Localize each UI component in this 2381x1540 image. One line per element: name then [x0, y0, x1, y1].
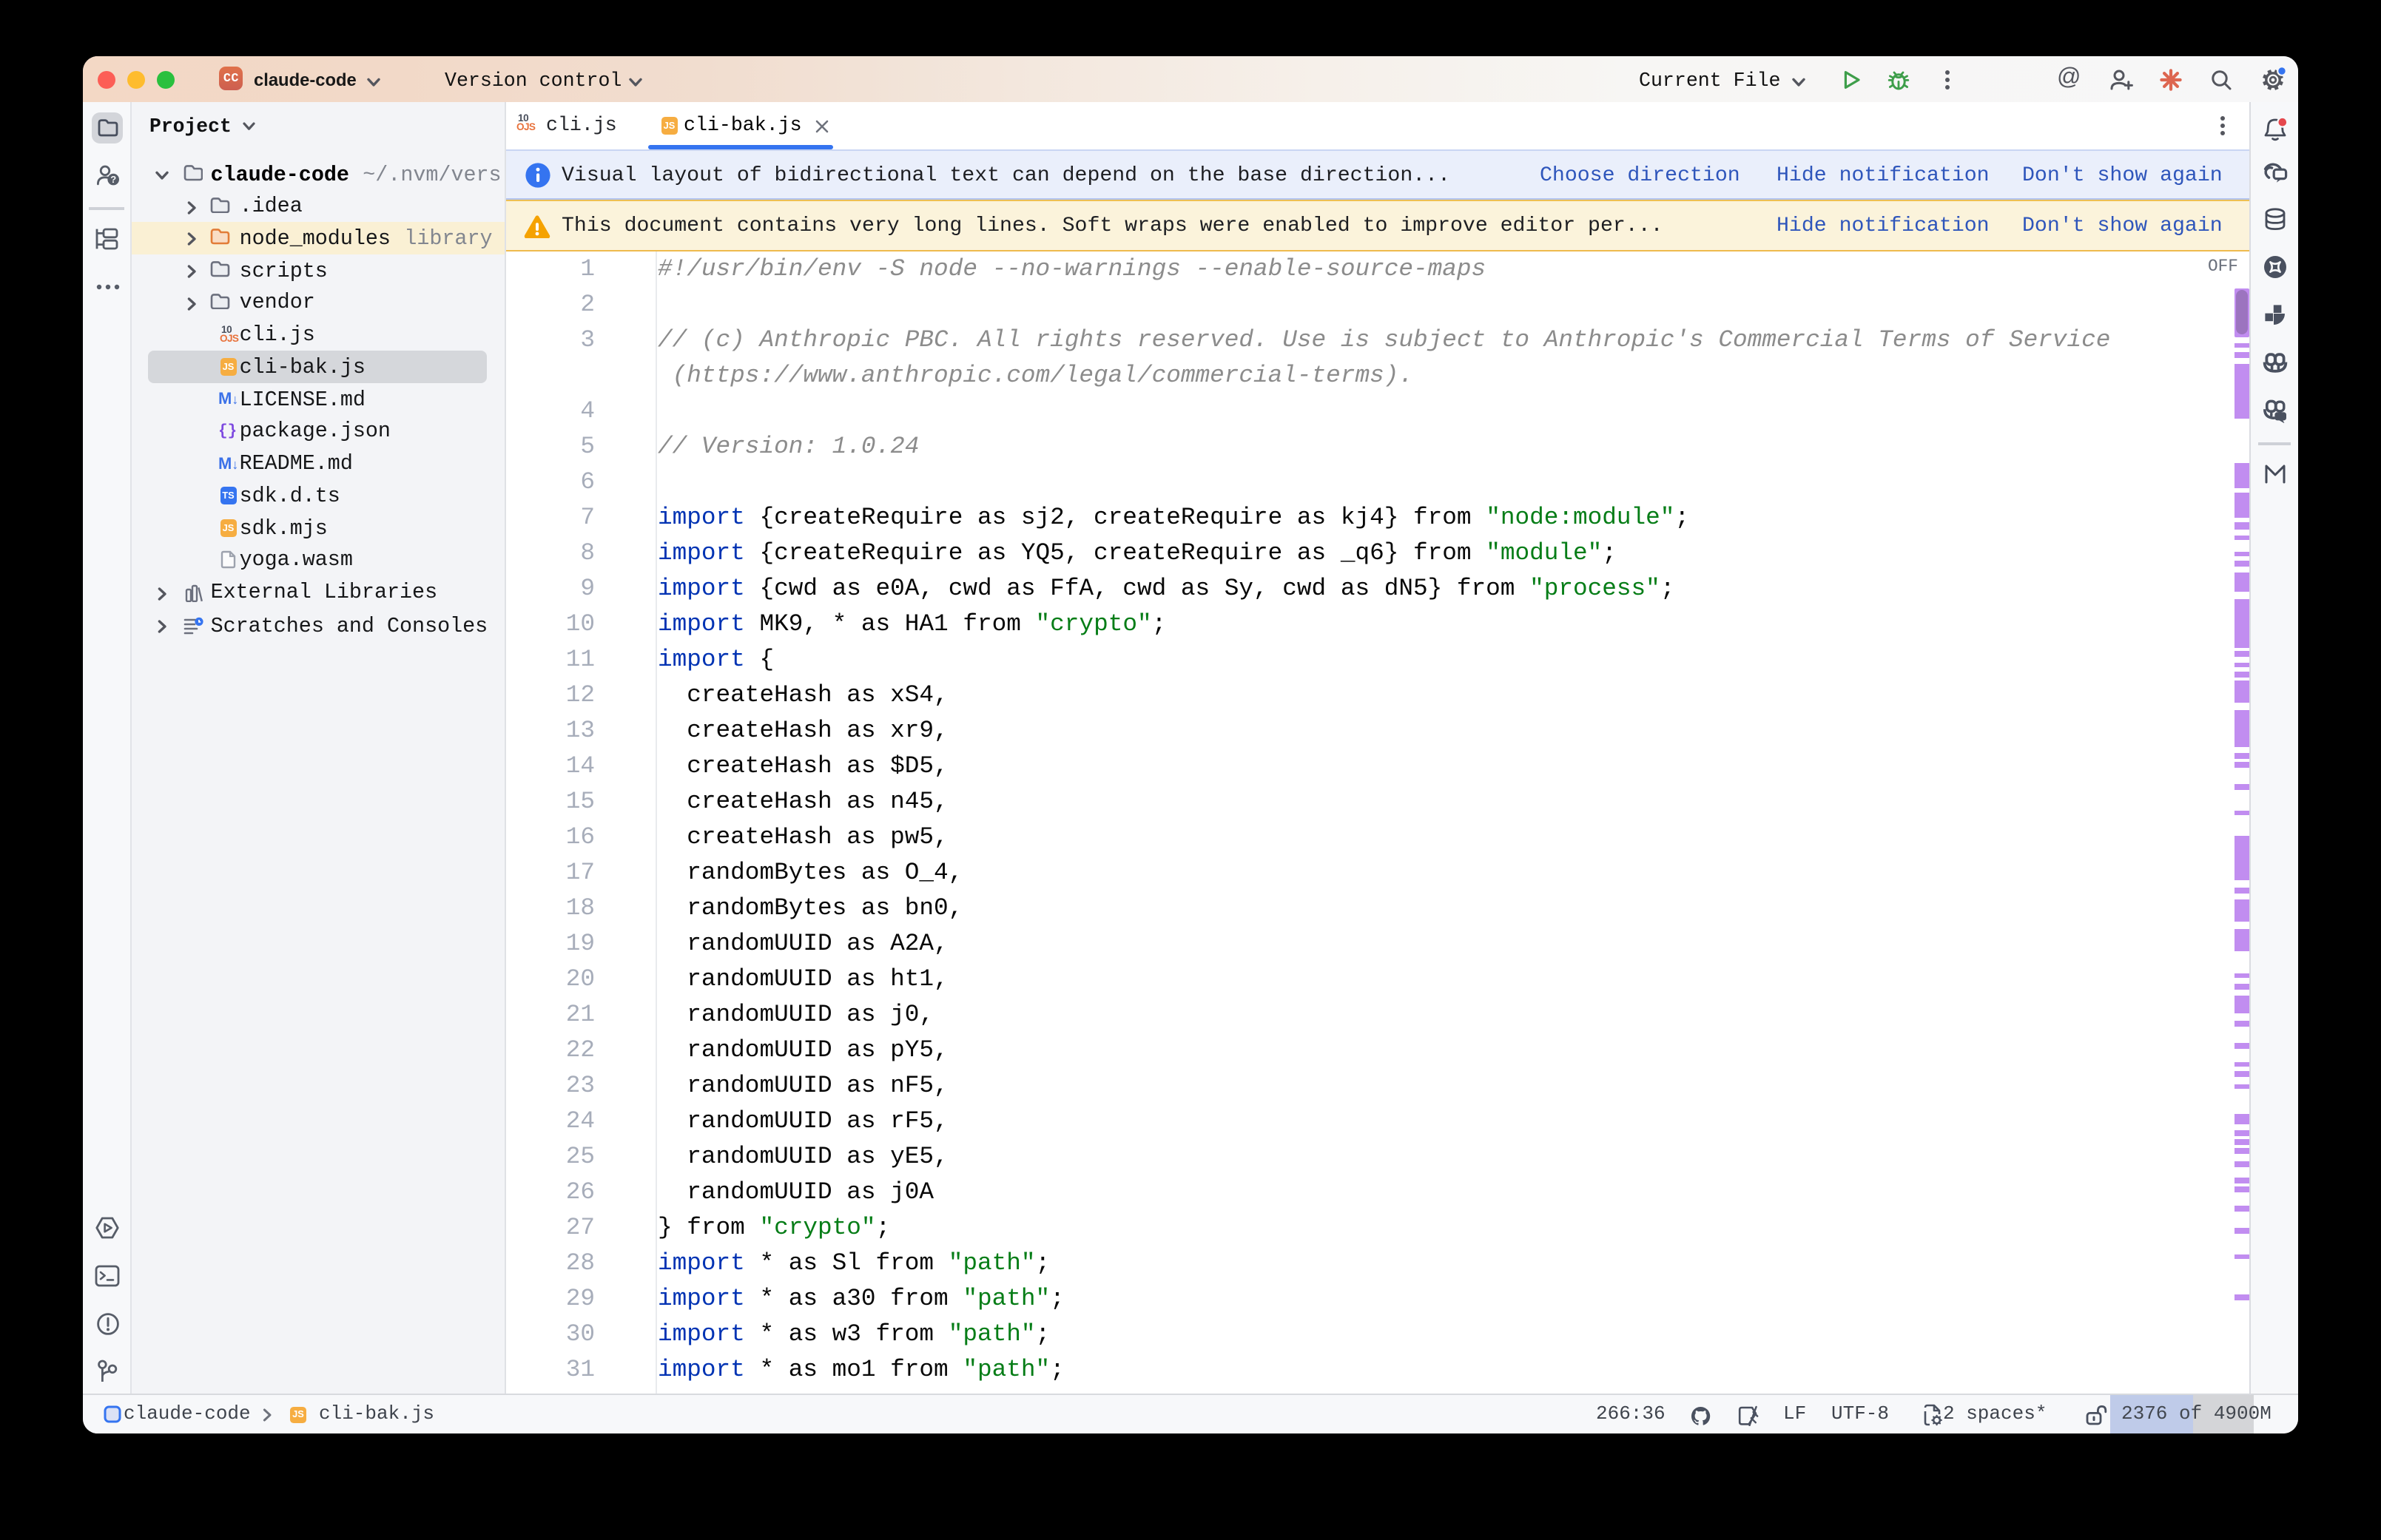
svg-text:?: ?: [110, 174, 115, 185]
